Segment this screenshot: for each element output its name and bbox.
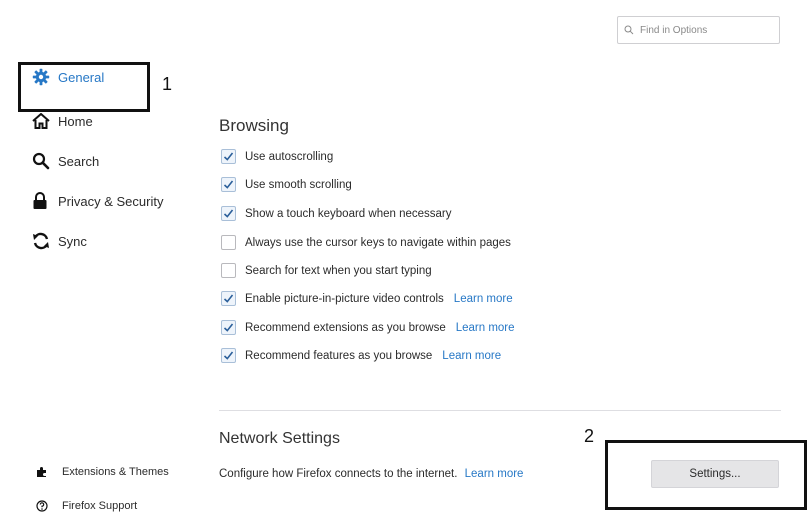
sidebar-item-label: Sync xyxy=(58,233,87,249)
network-settings-button[interactable]: Settings... xyxy=(651,460,779,488)
sidebar-item-label: Firefox Support xyxy=(62,500,138,512)
search-input[interactable] xyxy=(638,23,772,37)
section-divider xyxy=(219,410,781,411)
search-icon xyxy=(32,152,52,170)
checkmark-icon xyxy=(223,209,234,218)
option-touch-keyboard: Show a touch keyboard when necessary xyxy=(221,206,451,221)
option-label: Always use the cursor keys to navigate w… xyxy=(245,236,511,249)
checkbox-recommend-extensions[interactable] xyxy=(221,320,236,335)
sidebar-item-label: Home xyxy=(58,113,93,129)
network-description-text: Configure how Firefox connects to the in… xyxy=(219,468,458,480)
checkbox-use-autoscrolling[interactable] xyxy=(221,149,236,164)
option-cursor-keys: Always use the cursor keys to navigate w… xyxy=(221,235,511,250)
learn-more-link[interactable]: Learn more xyxy=(465,468,524,480)
option-recommend-features: Recommend features as you browse Learn m… xyxy=(221,348,501,363)
option-use-smooth-scrolling: Use smooth scrolling xyxy=(221,177,352,192)
learn-more-link[interactable]: Learn more xyxy=(454,293,513,305)
checkmark-icon xyxy=(223,351,234,360)
option-label: Recommend features as you browse xyxy=(245,349,433,362)
checkbox-use-smooth-scrolling[interactable] xyxy=(221,177,236,192)
option-recommend-extensions: Recommend extensions as you browse Learn… xyxy=(221,320,515,335)
option-label: Use smooth scrolling xyxy=(245,178,352,191)
checkmark-icon xyxy=(223,323,234,332)
option-search-typing: Search for text when you start typing xyxy=(221,263,432,278)
option-label: Use autoscrolling xyxy=(245,150,334,163)
checkmark-icon xyxy=(223,180,234,189)
option-picture-in-picture: Enable picture-in-picture video controls… xyxy=(221,291,513,306)
option-use-autoscrolling: Use autoscrolling xyxy=(221,149,333,164)
checkmark-icon xyxy=(223,294,234,303)
sidebar-item-sync[interactable]: Sync xyxy=(32,232,87,250)
puzzle-icon xyxy=(36,466,52,478)
sidebar-item-label: Privacy & Security xyxy=(58,193,164,209)
checkbox-picture-in-picture[interactable] xyxy=(221,291,236,306)
checkbox-recommend-features[interactable] xyxy=(221,348,236,363)
browsing-section-title: Browsing xyxy=(219,116,289,135)
option-label: Recommend extensions as you browse xyxy=(245,321,446,334)
help-icon xyxy=(36,500,52,512)
annotation-number-2: 2 xyxy=(584,426,595,446)
annotation-number-1: 1 xyxy=(162,74,173,94)
sidebar-item-privacy-security[interactable]: Privacy & Security xyxy=(32,192,163,210)
sync-icon xyxy=(32,232,52,250)
sidebar-item-extensions-themes[interactable]: Extensions & Themes xyxy=(36,466,169,478)
find-in-options-search[interactable] xyxy=(617,16,780,44)
home-icon xyxy=(32,112,52,130)
sidebar-item-home[interactable]: Home xyxy=(32,112,93,130)
sidebar-item-label: Extensions & Themes xyxy=(62,466,169,478)
network-settings-title: Network Settings xyxy=(219,430,340,447)
checkmark-icon xyxy=(223,152,234,161)
learn-more-link[interactable]: Learn more xyxy=(456,322,515,334)
checkbox-touch-keyboard[interactable] xyxy=(221,206,236,221)
option-label: Enable picture-in-picture video controls xyxy=(245,292,444,305)
sidebar-item-search[interactable]: Search xyxy=(32,152,99,170)
learn-more-link[interactable]: Learn more xyxy=(442,350,501,362)
option-label: Search for text when you start typing xyxy=(245,264,432,277)
checkbox-cursor-keys[interactable] xyxy=(221,235,236,250)
annotation-box-general xyxy=(18,62,150,112)
lock-icon xyxy=(32,192,52,210)
checkbox-search-typing[interactable] xyxy=(221,263,236,278)
network-settings-description: Configure how Firefox connects to the in… xyxy=(219,468,523,480)
sidebar-item-label: Search xyxy=(58,153,100,169)
option-label: Show a touch keyboard when necessary xyxy=(245,207,452,220)
sidebar-item-firefox-support[interactable]: Firefox Support xyxy=(36,500,137,512)
search-icon xyxy=(624,25,634,35)
